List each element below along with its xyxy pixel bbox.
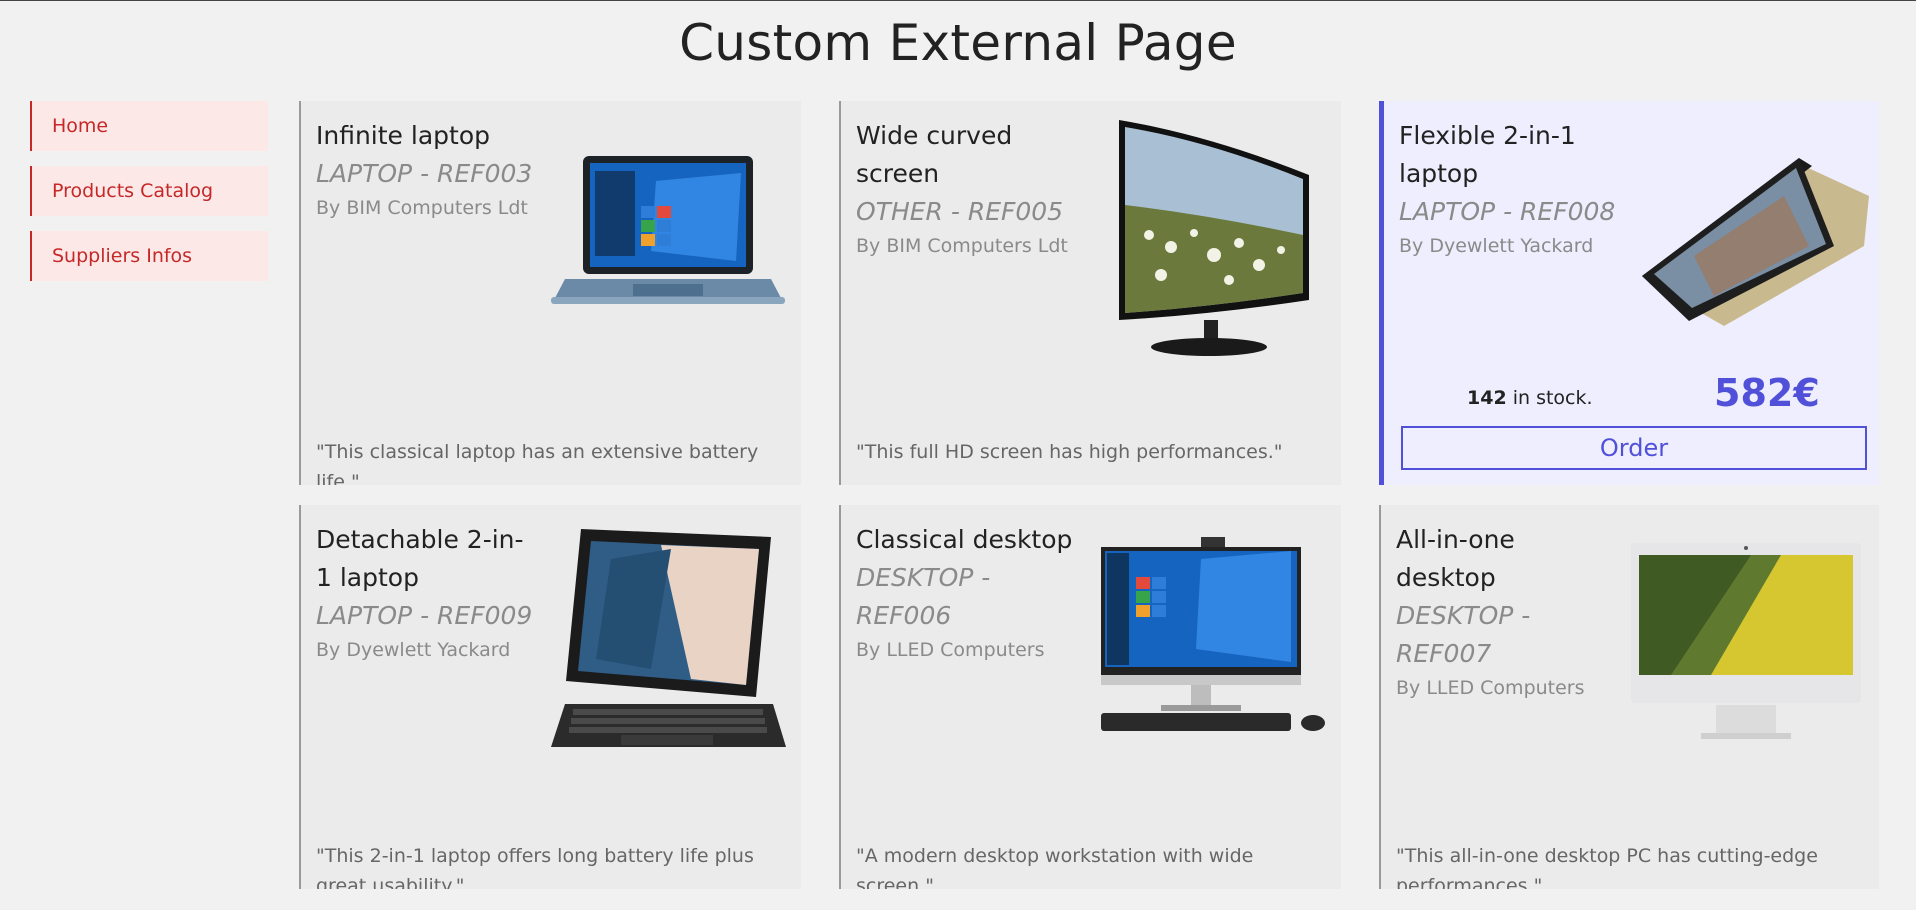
- product-info: Infinite laptop LAPTOP - REF003 By BIM C…: [316, 117, 536, 223]
- curved-screen-image: [1119, 120, 1309, 356]
- sidebar-item-products-catalog[interactable]: Products Catalog: [30, 166, 268, 216]
- product-name: Classical desktop: [856, 525, 1073, 554]
- stock-label: in stock.: [1506, 387, 1593, 409]
- page-title: Custom External Page: [679, 14, 1237, 72]
- all-in-one-image: [1631, 543, 1861, 739]
- product-supplier: By Dyewlett Yackard: [316, 639, 511, 661]
- product-info: Wide curved screen OTHER - REF005 By BIM…: [856, 117, 1076, 261]
- product-description: "This all-in-one desktop PC has cutting-…: [1396, 845, 1818, 889]
- product-description: "This full HD screen has high performanc…: [856, 441, 1283, 463]
- sidebar: Home Products Catalog Suppliers Infos: [30, 101, 268, 296]
- product-info: All-in-one desktop DESKTOP - REF007 By L…: [1396, 521, 1616, 703]
- product-price: 582€: [1714, 371, 1820, 415]
- product-supplier: By LLED Computers: [856, 639, 1045, 661]
- product-card[interactable]: Wide curved screen OTHER - REF005 By BIM…: [839, 101, 1341, 485]
- product-info: Classical desktop DESKTOP - REF006 By LL…: [856, 521, 1076, 665]
- product-ref: LAPTOP - REF008: [1399, 197, 1616, 226]
- product-name: Wide curved screen: [856, 121, 1013, 188]
- product-description: "This 2-in-1 laptop offers long battery …: [316, 845, 754, 889]
- product-card-selected[interactable]: Flexible 2-in-1 laptop LAPTOP - REF008 B…: [1379, 101, 1879, 485]
- desktop-image: [1101, 537, 1325, 731]
- top-divider: [0, 0, 1916, 1]
- convertible-laptop-image: [1642, 158, 1869, 326]
- stock-count: 142: [1467, 387, 1507, 409]
- product-description: "This classical laptop has an extensive …: [316, 441, 759, 485]
- product-name: Detachable 2-in-1 laptop: [316, 525, 524, 592]
- product-name: All-in-one desktop: [1396, 525, 1515, 592]
- product-grid: Infinite laptop LAPTOP - REF003 By BIM C…: [299, 101, 1879, 910]
- product-name: Flexible 2-in-1 laptop: [1399, 121, 1576, 188]
- laptop-image: [551, 156, 785, 304]
- product-info: Detachable 2-in-1 laptop LAPTOP - REF009…: [316, 521, 536, 665]
- product-name: Infinite laptop: [316, 121, 490, 150]
- product-supplier: By BIM Computers Ldt: [316, 197, 528, 219]
- stock-info: 142 in stock.: [1467, 387, 1593, 409]
- product-ref: LAPTOP - REF003: [316, 159, 533, 188]
- product-ref: DESKTOP - REF006: [856, 563, 991, 630]
- product-ref: DESKTOP - REF007: [1396, 601, 1531, 668]
- sidebar-item-home[interactable]: Home: [30, 101, 268, 151]
- sidebar-item-suppliers-infos[interactable]: Suppliers Infos: [30, 231, 268, 281]
- product-card[interactable]: Classical desktop DESKTOP - REF006 By LL…: [839, 505, 1341, 889]
- product-supplier: By Dyewlett Yackard: [1399, 235, 1594, 257]
- product-ref: LAPTOP - REF009: [316, 601, 533, 630]
- product-description: "A modern desktop workstation with wide …: [856, 845, 1254, 889]
- order-button[interactable]: Order: [1401, 426, 1867, 470]
- product-card[interactable]: All-in-one desktop DESKTOP - REF007 By L…: [1379, 505, 1879, 889]
- product-supplier: By BIM Computers Ldt: [856, 235, 1068, 257]
- detachable-laptop-image: [551, 529, 786, 747]
- product-supplier: By LLED Computers: [1396, 677, 1585, 699]
- product-ref: OTHER - REF005: [856, 197, 1064, 226]
- product-card[interactable]: Detachable 2-in-1 laptop LAPTOP - REF009…: [299, 505, 801, 889]
- product-card[interactable]: Infinite laptop LAPTOP - REF003 By BIM C…: [299, 101, 801, 485]
- product-info: Flexible 2-in-1 laptop LAPTOP - REF008 B…: [1399, 117, 1619, 261]
